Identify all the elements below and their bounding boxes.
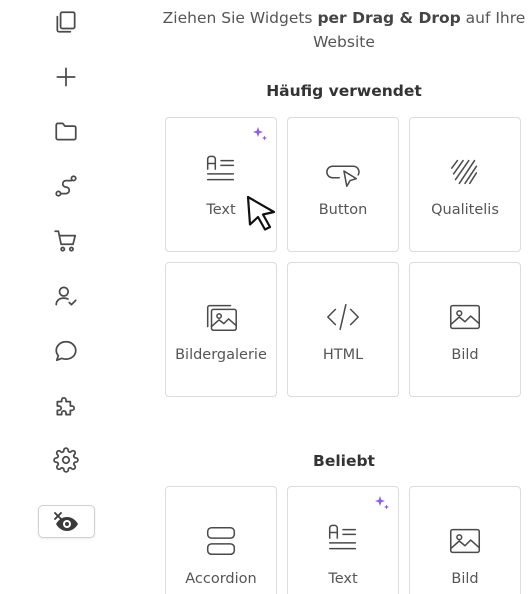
route-icon[interactable] xyxy=(50,170,82,202)
image-gallery-icon xyxy=(201,297,241,337)
widget-image[interactable]: Bild xyxy=(409,262,521,397)
widget-button[interactable]: Button xyxy=(287,117,399,252)
section-title-frequent: Häufig verwendet xyxy=(266,82,422,100)
intro-text-start: Ziehen Sie Widgets xyxy=(162,9,318,27)
sparkle-icon xyxy=(375,496,389,510)
image-icon xyxy=(445,297,485,337)
folder-icon[interactable] xyxy=(50,115,82,147)
widget-text-popular[interactable]: Text xyxy=(287,486,399,594)
widget-label: Bild xyxy=(451,571,479,587)
widget-text[interactable]: Text xyxy=(165,117,277,252)
pages-icon[interactable] xyxy=(50,6,82,38)
widget-label: Bildergalerie xyxy=(175,347,267,363)
puzzle-icon[interactable] xyxy=(50,390,82,422)
image-icon xyxy=(445,521,485,561)
widget-accordion[interactable]: Accordion xyxy=(165,486,277,594)
widget-image-popular[interactable]: Bild xyxy=(409,486,521,594)
widget-label: Button xyxy=(318,202,368,218)
widget-label: Accordion xyxy=(185,571,257,587)
widget-label: HTML xyxy=(322,347,364,363)
preview-toggle-button[interactable] xyxy=(38,505,95,538)
widget-html[interactable]: HTML xyxy=(287,262,399,397)
widget-gallery[interactable]: Bildergalerie xyxy=(165,262,277,397)
sidebar xyxy=(0,0,134,594)
qualitelis-icon xyxy=(445,152,485,192)
drag-drop-instructions: Ziehen Sie Widgets per Drag & Drop auf I… xyxy=(160,6,528,54)
cart-icon[interactable] xyxy=(50,225,82,257)
intro-text-bold: per Drag & Drop xyxy=(317,9,461,27)
widget-label: Text xyxy=(206,202,236,218)
button-cursor-icon xyxy=(323,152,363,192)
text-format-icon xyxy=(201,152,241,192)
accordion-icon xyxy=(201,521,241,561)
section-title-popular: Beliebt xyxy=(313,452,375,470)
widget-label: Text xyxy=(328,571,358,587)
user-check-icon[interactable] xyxy=(50,280,82,312)
code-icon xyxy=(323,297,363,337)
widget-label: Qualitelis xyxy=(431,202,499,218)
plus-icon[interactable] xyxy=(50,61,82,93)
text-format-icon xyxy=(323,521,363,561)
widget-label: Bild xyxy=(451,347,479,363)
gear-icon[interactable] xyxy=(50,444,82,476)
widget-qualitelis[interactable]: Qualitelis xyxy=(409,117,521,252)
sparkle-icon xyxy=(253,127,267,141)
eye-off-icon xyxy=(53,511,78,531)
chat-icon[interactable] xyxy=(50,335,82,367)
